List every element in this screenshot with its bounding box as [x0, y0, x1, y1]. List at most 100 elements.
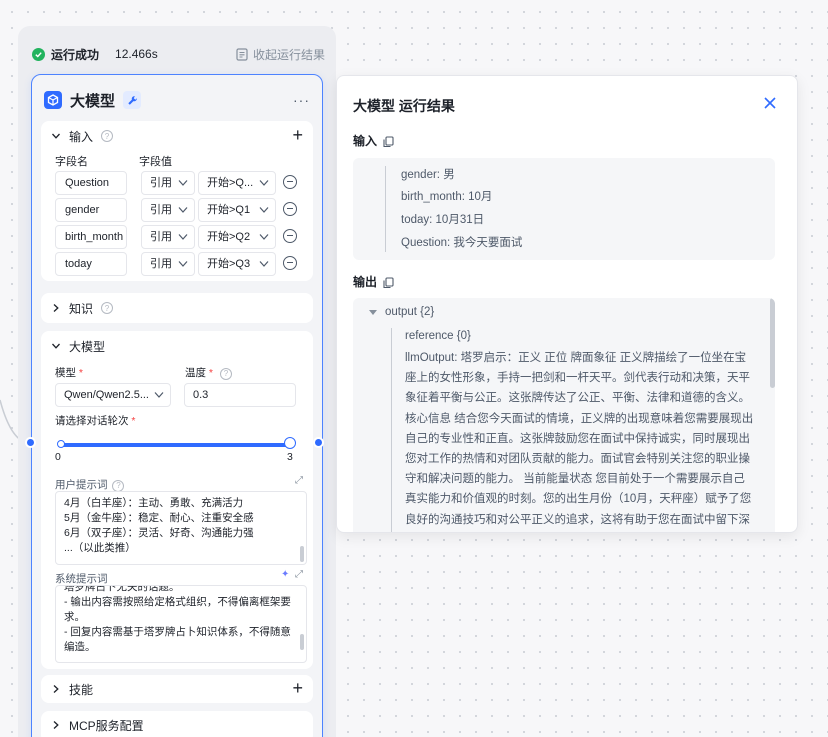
- close-icon[interactable]: [763, 96, 777, 110]
- skills-section-header[interactable]: 技能: [51, 675, 93, 703]
- run-result-panel: 大模型 运行结果 输入 gender: 男 birth_month: 10月 t…: [336, 75, 798, 533]
- knowledge-section-title: 知识: [69, 301, 94, 316]
- knowledge-section[interactable]: 知识 ?: [41, 293, 313, 323]
- field-value-select[interactable]: 开始>Q3: [198, 252, 276, 276]
- output-root-node[interactable]: output {2}: [385, 306, 434, 318]
- output-scrollbar[interactable]: [770, 298, 775, 388]
- textarea-scrollbar[interactable]: [300, 634, 304, 650]
- field-type-select[interactable]: 引用: [141, 252, 195, 276]
- node-title: 大模型: [70, 92, 116, 110]
- collapse-results-label: 收起运行结果: [253, 47, 326, 62]
- remove-row-button[interactable]: [283, 229, 297, 243]
- expand-icon[interactable]: ⤢: [295, 569, 303, 580]
- model-section-header[interactable]: 大模型: [51, 331, 105, 361]
- input-kv: today: 10月31日: [401, 214, 485, 226]
- caret-down-icon[interactable]: [369, 310, 377, 316]
- rounds-slider-handle[interactable]: [284, 437, 296, 449]
- copy-icon[interactable]: [383, 277, 394, 289]
- knowledge-section-header[interactable]: 知识 ?: [51, 293, 114, 323]
- output-port[interactable]: [313, 437, 324, 448]
- model-label: 模型 *: [55, 367, 84, 379]
- field-value-select[interactable]: 开始>Q2: [198, 225, 276, 249]
- skills-section[interactable]: 技能 +: [41, 675, 313, 703]
- user-prompt-label: 用户提示词 ?: [55, 477, 125, 492]
- copy-icon[interactable]: [383, 136, 394, 148]
- system-prompt-line: - 输出内容需按照给定格式组织，不得偏离框架要求。: [64, 596, 291, 623]
- user-prompt-line: ...（以此类推）: [64, 542, 136, 554]
- chevron-down-icon: [259, 234, 269, 240]
- temperature-input[interactable]: 0.3: [184, 383, 296, 407]
- mcp-section-header[interactable]: MCP服务配置: [51, 711, 144, 737]
- remove-row-button[interactable]: [283, 175, 297, 189]
- remove-row-button[interactable]: [283, 202, 297, 216]
- temperature-label: 温度 * ?: [185, 365, 232, 380]
- input-section: 输入 ? + 字段名 字段值 Question 引用 开始>Q... gende…: [41, 121, 313, 281]
- reference-node: reference {0}: [405, 330, 471, 342]
- wrench-icon[interactable]: [123, 91, 142, 109]
- field-type-select[interactable]: 引用: [141, 171, 195, 195]
- run-status: 运行成功 12.466s: [32, 44, 158, 64]
- chevron-down-icon: [178, 234, 188, 240]
- chevron-down-icon: [178, 207, 188, 213]
- user-prompt-line: 4月（白羊座）：主动、勇敢、充满活力: [64, 497, 244, 509]
- chevron-right-icon: [53, 721, 59, 729]
- tree-guide-line: [385, 166, 386, 252]
- system-prompt-label: 系统提示词: [55, 573, 108, 585]
- mcp-section[interactable]: MCP服务配置: [41, 711, 313, 737]
- field-type-select[interactable]: 引用: [141, 225, 195, 249]
- llm-output-text: llmOutput: 塔罗启示：正义 正位 牌面象征 正义牌描绘了一位坐在宝座上…: [405, 352, 754, 526]
- result-input-box: gender: 男 birth_month: 10月 today: 10月31日…: [353, 158, 775, 260]
- run-status-label: 运行成功: [51, 47, 100, 62]
- chevron-right-icon: [53, 685, 59, 693]
- field-value-select[interactable]: 开始>Q...: [198, 171, 276, 195]
- user-prompt-line: 6月（双子座）：灵活、好奇、沟通能力强: [64, 527, 254, 539]
- input-row: gender 引用 开始>Q1: [55, 198, 305, 222]
- remove-row-button[interactable]: [283, 256, 297, 270]
- system-prompt-textarea[interactable]: 塔罗牌占卜无关的话题。 - 输出内容需按照给定格式组织，不得偏离框架要求。 - …: [55, 585, 307, 663]
- input-section-header[interactable]: 输入 ?: [51, 121, 114, 151]
- add-input-button[interactable]: +: [292, 126, 303, 144]
- input-kv: Question: 我今天要面试: [401, 237, 523, 249]
- field-value-select[interactable]: 开始>Q1: [198, 198, 276, 222]
- expand-icon[interactable]: ⤢: [295, 475, 303, 486]
- result-input-label: 输入: [353, 134, 378, 148]
- help-icon[interactable]: ?: [112, 479, 125, 492]
- run-duration: 12.466s: [115, 47, 158, 61]
- rounds-slider-start: [57, 440, 65, 448]
- input-row: today 引用 开始>Q3: [55, 252, 305, 276]
- document-icon: [236, 47, 248, 61]
- textarea-scrollbar[interactable]: [300, 546, 304, 562]
- mcp-section-title: MCP服务配置: [69, 718, 144, 733]
- input-row: Question 引用 开始>Q...: [55, 171, 305, 195]
- rounds-slider-track[interactable]: [59, 443, 289, 447]
- help-icon[interactable]: ?: [219, 367, 232, 380]
- input-section-title: 输入: [69, 129, 94, 144]
- user-prompt-line: 5月（金牛座）：稳定、耐心、注重安全感: [64, 512, 254, 524]
- sparkle-icon[interactable]: ✦: [281, 569, 289, 580]
- check-circle-icon: [32, 47, 45, 61]
- help-icon[interactable]: ?: [101, 130, 114, 142]
- more-options-button[interactable]: ···: [293, 92, 310, 108]
- slider-max-label: 3: [287, 451, 293, 463]
- skills-section-title: 技能: [69, 682, 94, 697]
- model-section-title: 大模型: [69, 339, 106, 354]
- field-type-label: 引用: [150, 177, 172, 189]
- field-type-select[interactable]: 引用: [141, 198, 195, 222]
- help-icon[interactable]: ?: [101, 302, 114, 314]
- field-name-input[interactable]: birth_month: [55, 225, 127, 249]
- slider-min-label: 0: [55, 451, 61, 463]
- field-value-label: 开始>Q1: [207, 204, 251, 216]
- field-name-input[interactable]: today: [55, 252, 127, 276]
- field-name-input[interactable]: Question: [55, 171, 127, 195]
- cube-icon: [44, 91, 62, 109]
- input-port[interactable]: [25, 437, 36, 448]
- model-select-value: Qwen/Qwen2.5...: [64, 389, 149, 401]
- user-prompt-textarea[interactable]: 4月（白羊座）：主动、勇敢、充满活力 5月（金牛座）：稳定、耐心、注重安全感 6…: [55, 491, 307, 565]
- system-prompt-line: 塔罗牌占卜无关的话题。: [64, 585, 180, 593]
- model-select[interactable]: Qwen/Qwen2.5...: [55, 383, 171, 407]
- field-value-label: 开始>Q3: [207, 258, 251, 270]
- add-skill-button[interactable]: +: [292, 679, 303, 697]
- collapse-results-button[interactable]: 收起运行结果: [236, 44, 325, 64]
- llm-node-card[interactable]: 大模型 ··· 输入 ? + 字段名 字段值 Question 引用 开始>Q.…: [31, 74, 323, 737]
- field-name-input[interactable]: gender: [55, 198, 127, 222]
